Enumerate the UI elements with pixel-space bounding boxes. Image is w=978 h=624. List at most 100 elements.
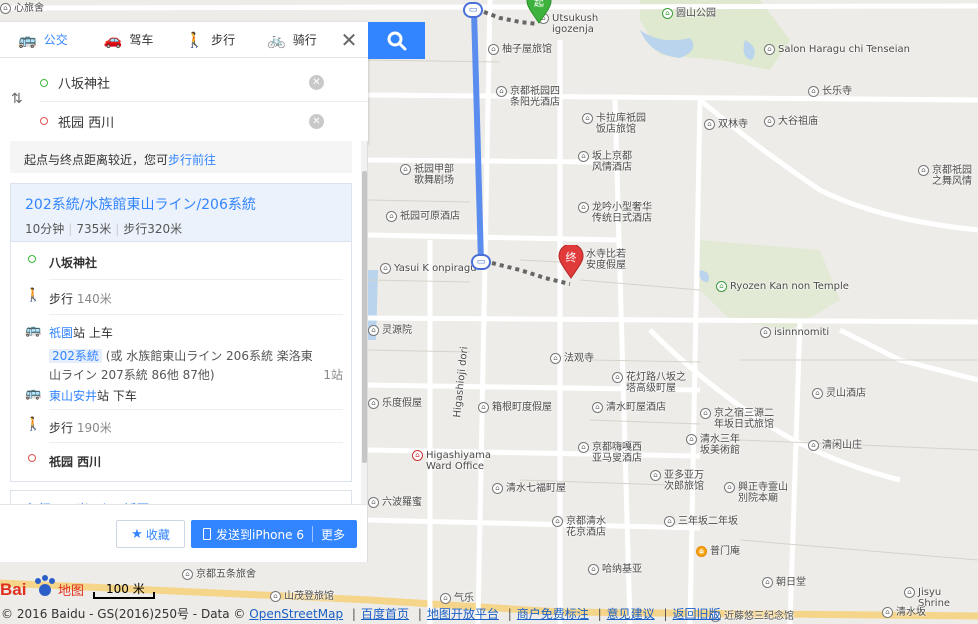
poi-name: 大谷祖庙	[778, 116, 818, 127]
end-pin-label: 终	[566, 250, 577, 264]
map-poi-label[interactable]: ⌂ 朝日堂	[762, 577, 806, 589]
poi-icon: ⌂	[578, 202, 589, 213]
poi-name: 京之宿三源二 年坂日式旅馆	[714, 408, 774, 430]
map-poi-label[interactable]: ⌂ Ryozen Kan non Temple	[716, 281, 849, 293]
tab-walk[interactable]: 🚶 步行	[159, 22, 241, 58]
send-part[interactable]: 发送到iPhone 6	[191, 526, 304, 543]
map-poi-label[interactable]: ⌂ 京之宿三源二 年坂日式旅馆	[700, 408, 774, 430]
alight-stop-link[interactable]: 東山安井	[49, 389, 97, 403]
map-poi-label[interactable]: ⌂ 亚多亚万 次郎旅馆	[650, 470, 704, 492]
footer-link-open-platform[interactable]: 地图开放平台	[427, 607, 499, 621]
footer-link-merchant[interactable]: 商户免费标注	[517, 607, 589, 621]
tab-transit[interactable]: 🚌 公交	[0, 22, 74, 58]
star-icon: ★	[131, 526, 143, 542]
map-poi-label[interactable]: ⌂ 心旅舍	[0, 3, 44, 15]
start-pin-icon[interactable]: 起	[526, 0, 552, 24]
map-poi-label[interactable]: ⌂ 京都祇园四 条阳光酒店	[496, 86, 560, 108]
map-poi-label[interactable]: ⌂ 清水三年 坂美術館	[686, 434, 740, 456]
more-button[interactable]: 更多	[321, 526, 345, 543]
map-poi-label[interactable]: ⌂ 灵山酒店	[812, 388, 866, 400]
footer-link-home[interactable]: 百度首页	[361, 607, 409, 621]
clear-end-icon[interactable]: ✕	[309, 113, 324, 129]
map-poi-label[interactable]: ⌂ Higashiyama Ward Office	[412, 450, 491, 472]
swap-icon[interactable]: ⇅	[11, 91, 23, 107]
bus-icon: 🚌	[25, 323, 42, 338]
bus-stop-icon[interactable]: ▭	[471, 254, 491, 270]
map-poi-label[interactable]: ⌂ 祇园甲部 歌舞剧场	[400, 164, 454, 186]
map-poi-label[interactable]: ⌂ 箱根町度假屋	[478, 402, 552, 414]
map-poi-label[interactable]: ⌂ 长乐寺	[808, 86, 852, 98]
poi-icon: ⌂	[578, 151, 589, 162]
tab-drive[interactable]: 🚗 驾车	[74, 22, 160, 58]
map-poi-label[interactable]: ⌂ 哈纳基亚	[588, 564, 642, 576]
poi-name: Salon Haragu chi Tenseian	[778, 44, 910, 55]
next-route-card[interactable]: 备行100米/バス 祇園5	[10, 490, 352, 504]
map-poi-label[interactable]: ⌂ 清水七福町屋	[492, 483, 566, 495]
tab-label: 步行	[211, 33, 236, 47]
map-poi-label[interactable]: ⌂ 卡拉库祇园 饭店旅馆	[582, 113, 646, 135]
map-poi-label[interactable]: ⌂ 圆山公园	[662, 8, 716, 20]
poi-icon: ⌂	[664, 516, 675, 527]
send-label: 发送到iPhone 6	[216, 527, 304, 542]
map-poi-label[interactable]: ⌂ 双林寺	[704, 119, 748, 131]
board-stop-link[interactable]: 祇園	[49, 326, 73, 340]
clear-start-icon[interactable]: ✕	[309, 75, 324, 90]
map-poi-label[interactable]: ⌂ 京都五条旅舍	[182, 569, 256, 581]
close-icon[interactable]: ✕	[330, 28, 368, 52]
favorite-button[interactable]: ★ 收藏	[116, 520, 185, 548]
poi-icon: ⌂	[764, 116, 775, 127]
osm-link[interactable]: OpenStreetMap	[249, 607, 343, 621]
send-to-phone-button[interactable]: 发送到iPhone 6 更多	[191, 520, 357, 548]
map-poi-label[interactable]: ⌂ 灵源院	[368, 325, 412, 337]
poi-name: 祇园可原酒店	[400, 211, 460, 222]
map-poi-label[interactable]: ⌂ Yasui K onpiragu	[380, 263, 477, 275]
map-poi-label[interactable]: ⌂ 气乐	[440, 593, 474, 605]
map-poi-label[interactable]: ⌂ 京都嗨嘎西 亚马叟酒店	[578, 442, 642, 464]
route-card[interactable]: 202系統/水族館東山ライン/206系統 10分钟 | 735米 | 步行320米 八坂…	[10, 183, 352, 482]
map-poi-label[interactable]: ⌂ Salon Haragu chi Tenseian	[764, 44, 910, 56]
map-poi-label[interactable]: ⌂ 花灯路八坂之 塔高级町屋	[612, 372, 686, 394]
line-tag[interactable]: 202系統	[49, 349, 102, 363]
poi-name: Utsukush igozenja	[552, 13, 599, 35]
route-name[interactable]: 202系統/水族館東山ライン/206系統	[25, 194, 351, 214]
map-poi-label[interactable]: ⌂ 六波羅蜜	[368, 497, 422, 509]
poi-icon: ⌂	[700, 408, 711, 419]
footer-link-old-version[interactable]: 返回旧版	[673, 607, 721, 621]
scrollbar-thumb[interactable]	[362, 171, 367, 463]
search-button[interactable]	[368, 22, 425, 59]
map-poi-label[interactable]: ⌂ 大谷祖庙	[764, 116, 818, 128]
poi-icon: ⌂	[588, 564, 599, 575]
map-poi-label[interactable]: ⌂ 京都清水 花京酒店	[552, 516, 606, 538]
map-poi-label[interactable]: ⌂ 興正寺霊山 別院本廟	[724, 482, 788, 504]
start-field[interactable]: 八坂神社 ✕	[40, 64, 368, 102]
map-poi-label[interactable]: ⌂ 坂上京都 风情酒店	[578, 151, 632, 173]
tab-bike[interactable]: 🚲 骑行	[241, 22, 323, 58]
footer-link-feedback[interactable]: 意见建议	[607, 607, 655, 621]
map-poi-label[interactable]: ⌂ 乐度假屋	[368, 398, 422, 410]
map-poi-label[interactable]: ⌂ 法观寺	[550, 353, 594, 365]
map-poi-label[interactable]: ⌂ isinnnomiti	[760, 327, 829, 339]
poi-icon: ⌂	[380, 263, 391, 274]
route-header[interactable]: 202系統/水族館東山ライン/206系統 10分钟 | 735米 | 步行320米	[11, 184, 351, 242]
poi-icon: ⌂	[808, 86, 819, 97]
poi-name: 興正寺霊山 別院本廟	[738, 482, 788, 504]
step-walk-text: 步行 190米	[49, 419, 112, 436]
map-poi-label[interactable]: ⌂ 清水町屋酒店	[592, 402, 666, 414]
poi-name: 长乐寺	[822, 86, 852, 97]
poi-icon: ⌂	[400, 164, 411, 175]
poi-icon: ⌂	[582, 113, 593, 124]
poi-icon: ⌂	[716, 281, 727, 292]
map-poi-label[interactable]: ⌂ 祇园可原酒店	[386, 211, 460, 223]
walk-link[interactable]: 步行前往	[168, 153, 216, 167]
map-poi-label[interactable]: ⌂ 三年坂二年坂	[664, 516, 738, 528]
poi-icon: ⌂	[496, 86, 507, 97]
map-poi-label[interactable]: ⌂ 清闲山庄	[808, 440, 862, 452]
bus-stop-icon[interactable]: ▭	[463, 2, 483, 18]
end-field[interactable]: 祇园 西川 ✕	[40, 102, 368, 140]
map-poi-label[interactable]: ⌂ 柚子屋旅馆	[488, 44, 552, 56]
end-pin-icon[interactable]: 终	[558, 245, 584, 279]
map-poi-label[interactable]: ⌂ 龙吟小型奢华 传统日式酒店	[578, 202, 652, 224]
map-poi-label[interactable]: ⌂ 普门庵	[696, 546, 740, 558]
map-poi-label[interactable]: ⌂ 山茂登旅馆	[270, 591, 334, 603]
map-poi-label[interactable]: ⌂ 京都祇园 之舞风情	[918, 165, 972, 187]
